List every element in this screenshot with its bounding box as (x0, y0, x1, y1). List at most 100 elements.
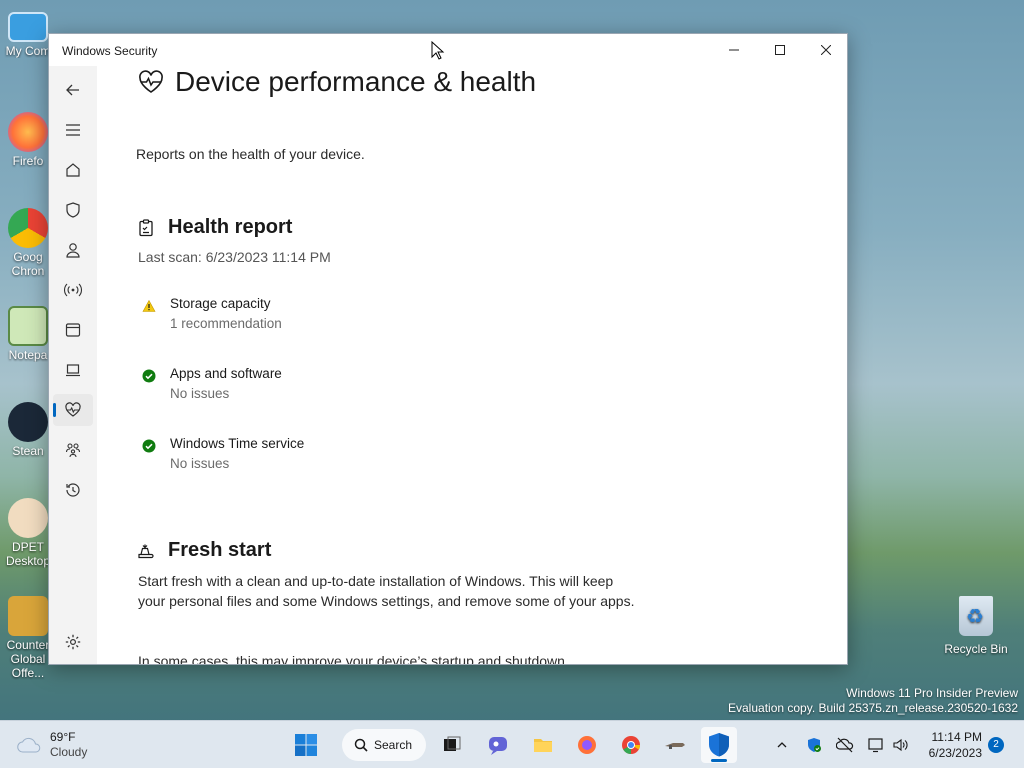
tray-volume-button[interactable] (890, 735, 910, 755)
weather-widget[interactable]: 69°F Cloudy (16, 730, 87, 760)
person-icon (66, 243, 80, 258)
minimize-button[interactable] (711, 34, 757, 66)
health-item-desc: No issues (170, 456, 230, 471)
maximize-button[interactable] (757, 34, 803, 66)
tray-network-button[interactable] (866, 735, 886, 755)
dpet-icon (8, 498, 48, 538)
hamburger-icon (66, 124, 80, 136)
file-explorer-button[interactable] (525, 727, 561, 763)
task-view-button[interactable] (434, 727, 470, 763)
steam-icon (8, 402, 48, 442)
game-taskbar-button[interactable] (657, 727, 693, 763)
clock-date: 6/23/2023 (928, 746, 982, 760)
chat-icon (489, 737, 507, 755)
task-view-icon (444, 736, 461, 751)
chevron-up-icon (777, 742, 787, 748)
sidebar-item-family-options[interactable] (53, 434, 93, 466)
antenna-icon (64, 283, 82, 297)
window-title: Windows Security (62, 44, 158, 58)
sidebar-item-app-browser-control[interactable] (53, 314, 93, 346)
main-content: Device performance & health Reports on t… (97, 66, 847, 665)
monitor-icon (8, 12, 48, 42)
recycle-bin-label: Recycle Bin (944, 642, 1008, 656)
browser-window-icon (65, 323, 81, 337)
health-item-name: Apps and software (170, 366, 282, 381)
sidebar-item-account-protection[interactable] (53, 234, 93, 266)
menu-button[interactable] (53, 114, 93, 146)
show-hidden-icons-button[interactable] (772, 735, 792, 755)
sidebar-item-virus-protection[interactable] (53, 194, 93, 226)
firefox-icon (8, 112, 48, 152)
firefox-icon (578, 736, 596, 754)
weather-temperature: 69°F (50, 730, 76, 744)
page-subtitle: Reports on the health of your device. (136, 146, 365, 162)
search-label: Search (374, 738, 413, 752)
family-icon (65, 443, 81, 458)
taskbar: 69°F Cloudy Search 11:14 PM 6/23/2023 2 (0, 720, 1024, 768)
tray-onedrive-button[interactable] (835, 735, 855, 755)
network-icon (868, 738, 883, 753)
search-icon (354, 738, 368, 752)
teams-chat-button[interactable] (480, 727, 516, 763)
health-report-heading: Health report (137, 216, 292, 239)
tray-security-button[interactable] (804, 735, 824, 755)
sidebar-item-settings[interactable] (53, 626, 93, 658)
health-report-heading-text: Health report (168, 216, 293, 238)
windows-logo-icon (295, 734, 317, 756)
title-bar[interactable]: Windows Security (49, 34, 847, 66)
fresh-start-benefits: In some cases, this may improve your dev… (138, 653, 565, 665)
health-item-desc: No issues (170, 386, 230, 401)
clock-time: 11:14 PM (931, 730, 982, 744)
shield-icon (66, 202, 80, 218)
maximize-icon (775, 45, 785, 55)
mouse-cursor-icon (431, 41, 445, 60)
desktop-icon-recycle-bin[interactable]: Recycle Bin (940, 596, 1012, 656)
heart-pulse-icon (139, 70, 163, 93)
notification-badge[interactable]: 2 (988, 737, 1004, 753)
check-circle-icon (142, 369, 156, 383)
recycle-bin-icon (959, 596, 993, 636)
chrome-taskbar-button[interactable] (613, 727, 649, 763)
health-item-name: Storage capacity (170, 296, 271, 311)
cloud-icon (17, 737, 41, 753)
back-button[interactable] (53, 74, 93, 106)
folder-icon (534, 739, 552, 752)
page-title: Device performance & health (137, 66, 536, 98)
taskbar-search[interactable]: Search (342, 729, 426, 761)
history-icon (66, 483, 80, 497)
shield-check-icon (808, 738, 821, 752)
clipboard-check-icon (139, 218, 153, 236)
navigation-sidebar (49, 66, 97, 664)
close-icon (821, 45, 831, 55)
sidebar-item-firewall[interactable] (53, 274, 93, 306)
chrome-icon (8, 208, 48, 248)
sidebar-item-protection-history[interactable] (53, 474, 93, 506)
windows-security-taskbar-button[interactable] (701, 727, 737, 763)
watermark-line-1: Windows 11 Pro Insider Preview (846, 686, 1018, 700)
close-button[interactable] (803, 34, 847, 66)
shield-icon (709, 733, 729, 757)
health-item-name: Windows Time service (170, 436, 305, 451)
start-button[interactable] (288, 727, 324, 763)
cloud-offline-icon (836, 737, 854, 753)
notepad-icon (8, 306, 48, 346)
home-icon (66, 163, 80, 177)
laptop-icon (66, 364, 80, 377)
csgo-icon (8, 596, 48, 636)
sidebar-item-home[interactable] (53, 154, 93, 186)
back-arrow-icon (66, 84, 79, 96)
watermark-line-2: Evaluation copy. Build 25375.zn_release.… (728, 701, 1018, 715)
weather-description: Cloudy (50, 745, 88, 759)
taskbar-clock[interactable]: 11:14 PM 6/23/2023 (918, 729, 982, 761)
health-item-desc: 1 recommendation (170, 316, 282, 331)
gear-icon (65, 634, 81, 650)
windows-security-window: Windows Security Device performance & he… (48, 33, 848, 665)
minimize-icon (729, 49, 739, 51)
firefox-taskbar-button[interactable] (569, 727, 605, 763)
sidebar-item-device-security[interactable] (53, 354, 93, 386)
speaker-icon (893, 738, 908, 752)
fresh-start-heading-text: Fresh start (168, 539, 272, 561)
last-scan-text: Last scan: 6/23/2023 11:14 PM (138, 249, 331, 265)
check-circle-icon (142, 439, 156, 453)
sidebar-item-device-performance[interactable] (53, 394, 93, 426)
